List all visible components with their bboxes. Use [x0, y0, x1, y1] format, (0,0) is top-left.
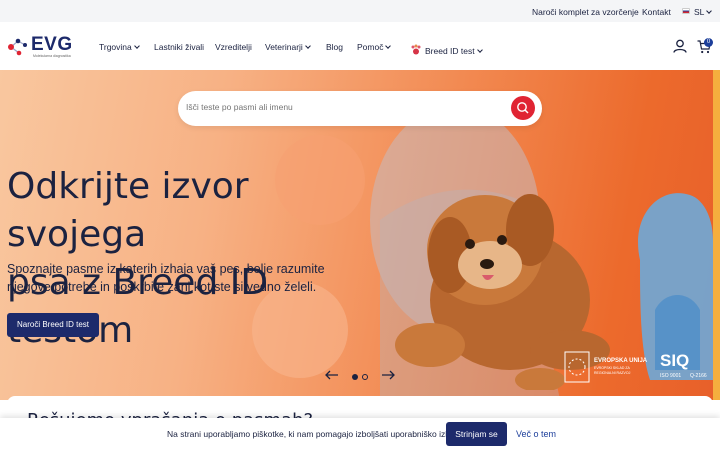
nav-item-blog[interactable]: Blog [326, 42, 343, 52]
nav-item-label: Vzreditelji [215, 42, 252, 52]
hero-lead: Spoznajte pasme iz katerih izhaja vaš pe… [7, 262, 325, 294]
hero-edge-stripe [713, 70, 720, 400]
eu-stars-icon [564, 351, 590, 383]
nav-item-veterinarji[interactable]: Veterinarji [265, 42, 311, 52]
chevron-down-icon [476, 47, 483, 53]
nav-item-label: Blog [326, 42, 344, 52]
iso-number: ISO 9001 [660, 373, 682, 379]
paw-dna-icon [411, 44, 421, 55]
chevron-down-icon [133, 43, 140, 49]
cookie-more-link[interactable]: Več o tem [516, 429, 556, 439]
eu-fund-badge: EVROPSKA UNIJA EVROPSKI SKLAD ZA REGIONA… [563, 350, 653, 386]
siq-logo: SIQ [660, 351, 690, 370]
chevron-down-icon [304, 43, 311, 49]
arrow-right-icon[interactable] [381, 370, 395, 380]
slovenia-flag-icon [682, 8, 690, 14]
nav-item-label: Trgovina [99, 42, 132, 52]
contact-link[interactable]: Kontakt [642, 7, 671, 17]
nav-item-label: Lastniki živali [154, 42, 205, 52]
cookie-consent-bar: Na strani uporabljamo piškotke, ki nam p… [0, 418, 720, 450]
nav-item-breed-id[interactable]: Breed ID test [410, 42, 483, 56]
main-navigation: EVG Molekularna diagnostika Trgovina Las… [0, 22, 720, 70]
order-breed-id-button[interactable]: Naroči Breed ID test [7, 313, 99, 337]
logo-mark-icon [8, 38, 27, 56]
breed-search-input[interactable] [186, 102, 486, 112]
chevron-down-icon [706, 8, 713, 14]
carousel-dot[interactable] [362, 374, 368, 380]
iso-code: Q-2166 [690, 373, 707, 379]
order-kit-link[interactable]: Naroči komplet za vzorčenje [532, 7, 639, 17]
chevron-down-icon [385, 43, 392, 49]
cookie-accept-button[interactable]: Strinjam se [446, 422, 507, 446]
cart-count-badge: 0 [704, 38, 713, 47]
nav-item-vzreditelji[interactable]: Vzreditelji [215, 42, 252, 52]
breed-search-bar [178, 91, 542, 126]
evg-logo[interactable]: EVG Molekularna diagnostika [7, 34, 87, 60]
siq-iso-badge: SIQ ISO 9001 Q-2166 [660, 352, 712, 384]
language-selector[interactable]: SL [694, 7, 713, 17]
user-icon[interactable] [673, 39, 687, 53]
hero-title-line1: Odkrijte izvor svojega [7, 166, 249, 255]
carousel-dot-active[interactable] [352, 374, 358, 380]
logo-tagline: Molekularna diagnostika [33, 54, 71, 58]
nav-item-label: Pomoč [357, 42, 384, 52]
hero-banner: Odkrijte izvor svojega psa z Breed ID te… [0, 70, 713, 400]
nav-item-pomoc[interactable]: Pomoč [357, 42, 392, 52]
nav-item-label: Breed ID test [425, 46, 475, 56]
logo-wordmark: EVG [31, 34, 73, 55]
arrow-left-icon[interactable] [325, 370, 339, 380]
top-utility-bar: Naroči komplet za vzorčenje Kontakt SL [0, 0, 720, 22]
search-button[interactable] [511, 96, 535, 120]
nav-item-label: Veterinarji [265, 42, 303, 52]
language-label: SL [694, 7, 705, 17]
eu-label: EVROPSKA UNIJA [594, 358, 648, 364]
nav-item-lastniki-zivali[interactable]: Lastniki živali [154, 42, 204, 52]
nav-item-trgovina[interactable]: Trgovina [99, 42, 140, 52]
search-icon [517, 102, 529, 114]
cookie-message: Na strani uporabljamo piškotke, ki nam p… [167, 429, 473, 439]
eu-sublabel: EVROPSKI SKLAD ZA REGIONALNI RAZVOJ [594, 366, 631, 375]
